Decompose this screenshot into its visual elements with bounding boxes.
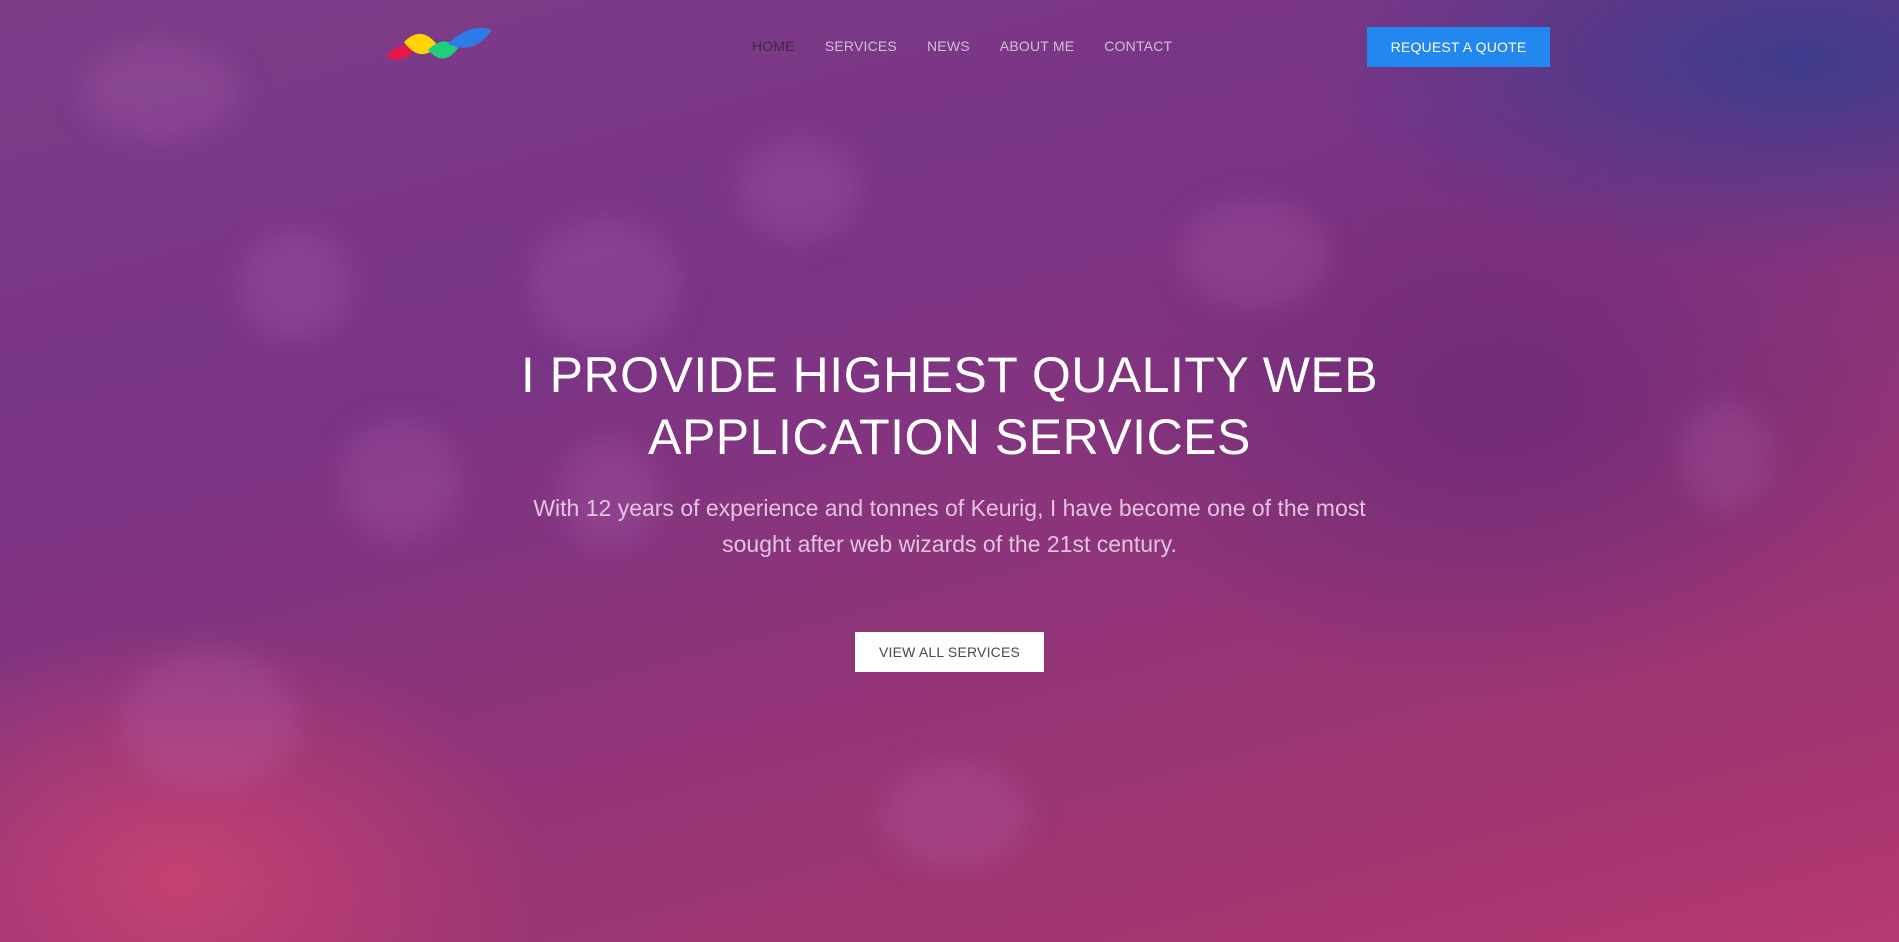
nav-item-news[interactable]: NEWS: [927, 38, 970, 54]
background-bokeh: [530, 220, 680, 350]
hero-subtitle: With 12 years of experience and tonnes o…: [500, 490, 1399, 562]
hero-subtitle-line: sought after web wizards of the 21st cen…: [722, 531, 1177, 557]
hero-subtitle-line: With 12 years of experience and tonnes o…: [533, 495, 1366, 521]
main-navigation: HOME SERVICES NEWS ABOUT ME CONTACT: [752, 38, 1202, 54]
background-bokeh: [880, 760, 1030, 870]
request-quote-button[interactable]: REQUEST A QUOTE: [1367, 27, 1550, 67]
background-bokeh: [240, 230, 350, 340]
view-all-services-button[interactable]: VIEW ALL SERVICES: [855, 632, 1044, 672]
hero-title-line: APPLICATION SERVICES: [648, 409, 1251, 465]
brand-logo[interactable]: [386, 26, 492, 68]
nav-item-about-me[interactable]: ABOUT ME: [1000, 38, 1074, 54]
background-bokeh: [120, 650, 300, 790]
background-bokeh: [740, 140, 860, 240]
four-color-leaf-logo-icon: [386, 27, 492, 60]
nav-item-home[interactable]: HOME: [752, 38, 795, 54]
background-bokeh: [1180, 200, 1330, 310]
nav-item-contact[interactable]: CONTACT: [1104, 38, 1172, 54]
site-header: HOME SERVICES NEWS ABOUT ME CONTACT REQU…: [0, 0, 1899, 94]
hero-section: HOME SERVICES NEWS ABOUT ME CONTACT REQU…: [0, 0, 1899, 942]
hero-title-line: I PROVIDE HIGHEST QUALITY WEB: [520, 347, 1379, 403]
hero-title: I PROVIDE HIGHEST QUALITY WEB APPLICATIO…: [0, 344, 1899, 468]
nav-item-services[interactable]: SERVICES: [825, 38, 897, 54]
